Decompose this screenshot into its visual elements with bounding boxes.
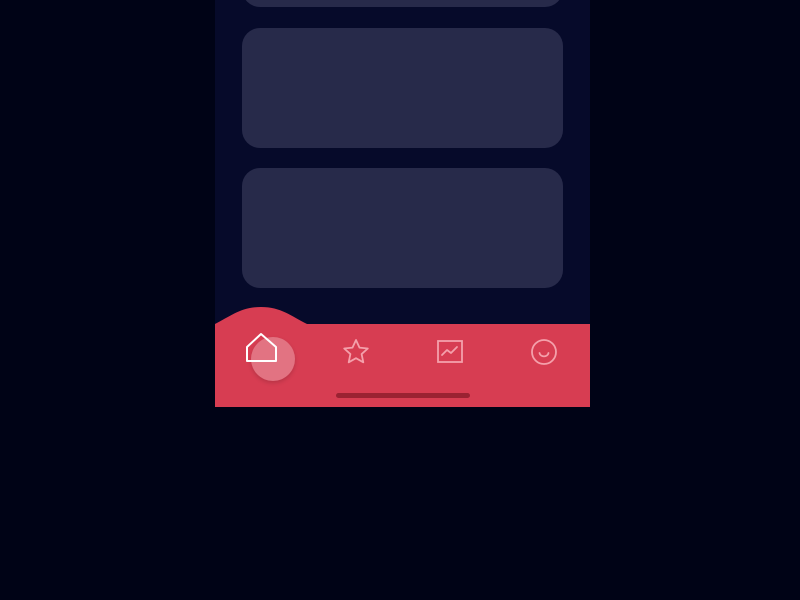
content-card[interactable] xyxy=(242,0,563,7)
star-icon xyxy=(343,339,369,364)
content-card[interactable] xyxy=(242,28,563,148)
tab-profile[interactable] xyxy=(522,330,566,374)
tab-favorites[interactable] xyxy=(334,330,378,374)
content-card[interactable] xyxy=(242,168,563,288)
smiley-icon xyxy=(531,339,557,365)
home-indicator[interactable] xyxy=(336,393,470,398)
home-icon xyxy=(246,333,277,362)
tab-stats[interactable] xyxy=(428,330,472,374)
bottom-tab-bar xyxy=(215,300,590,407)
tab-home[interactable] xyxy=(239,330,283,374)
app-screen xyxy=(215,0,590,407)
chart-icon xyxy=(437,340,463,363)
